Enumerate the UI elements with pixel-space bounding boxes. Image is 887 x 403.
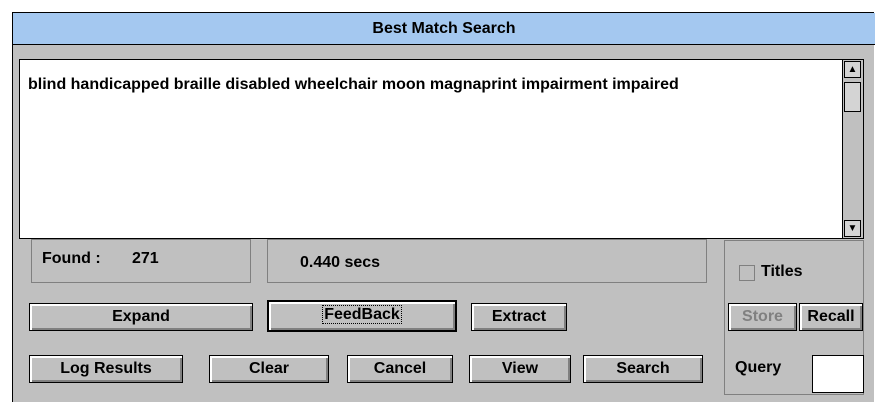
feedback-button[interactable]: FeedBack [267,300,457,332]
clear-button[interactable]: Clear [209,355,329,383]
titles-label: Titles [761,263,803,280]
query-text: blind handicapped braille disabled wheel… [28,76,679,93]
found-label: Found : [42,250,101,267]
titles-checkbox[interactable] [739,265,755,281]
query-text-area[interactable]: blind handicapped braille disabled wheel… [19,59,864,239]
scroll-up-icon[interactable]: ▲ [844,61,861,78]
feedback-label: FeedBack [322,305,402,324]
scroll-down-icon[interactable]: ▼ [844,220,861,237]
extract-button[interactable]: Extract [471,303,567,331]
scroll-thumb[interactable] [844,82,861,112]
found-count: 271 [132,250,159,267]
found-panel: Found : 271 [31,239,251,283]
elapsed-time: 0.440 secs [300,254,381,271]
query-label: Query [735,359,782,376]
cancel-button[interactable]: Cancel [347,355,453,383]
best-match-search-window: Best Match Search blind handicapped brai… [12,12,875,402]
vertical-scrollbar[interactable]: ▲ ▼ [842,60,863,238]
search-button[interactable]: Search [583,355,703,383]
expand-button[interactable]: Expand [29,303,253,331]
query-field[interactable] [812,355,864,393]
time-panel: 0.440 secs [267,239,707,283]
recall-button[interactable]: Recall [799,303,863,331]
window-title: Best Match Search [13,13,875,45]
store-button[interactable]: Store [728,303,797,331]
log-results-button[interactable]: Log Results [29,355,183,383]
view-button[interactable]: View [469,355,571,383]
